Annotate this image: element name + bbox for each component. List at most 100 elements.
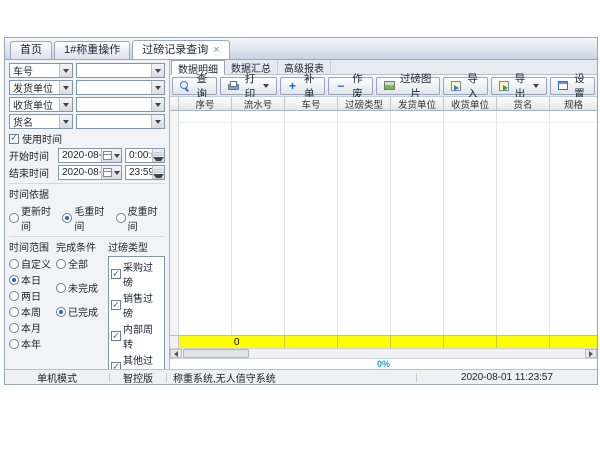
print-button[interactable]: 打印 — [220, 77, 276, 95]
scroll-right-icon[interactable] — [585, 349, 597, 358]
time-basis-option-gross[interactable]: 毛重时间 — [62, 203, 111, 233]
check-icon: ✓ — [10, 134, 18, 143]
spinner-buttons[interactable] — [152, 149, 164, 162]
filter-row-receiver: 收货单位 — [9, 97, 165, 112]
settings-button[interactable]: 设置 — [550, 77, 595, 95]
time-range-option-month[interactable]: 本月 — [9, 320, 56, 335]
import-button[interactable]: 导入 — [443, 77, 488, 95]
dropdown-arrow-icon[interactable] — [151, 98, 164, 111]
spin-down-icon[interactable] — [153, 156, 164, 162]
end-time-spinner[interactable]: 23:59:59 — [125, 165, 165, 180]
close-icon[interactable]: × — [213, 45, 219, 56]
supplement-order-button[interactable]: + 补单 — [280, 77, 325, 95]
column-header-serial[interactable]: 流水号 — [232, 97, 285, 110]
time-basis-option-update[interactable]: 更新时间 — [9, 203, 58, 233]
main-area: 车号 发货单位 — [5, 60, 597, 369]
weigh-type-sale[interactable]: ✓销售过磅 — [111, 290, 162, 320]
calendar-dropdown[interactable] — [101, 149, 121, 162]
tab-weigh-operation[interactable]: 1#称重操作 — [54, 41, 130, 59]
start-date-picker[interactable]: 2020-08-01 — [58, 148, 122, 163]
search-icon — [180, 81, 190, 91]
column-header-receiver[interactable]: 收货单位 — [444, 97, 497, 110]
time-range-option-custom[interactable]: 自定义 — [9, 256, 56, 271]
spin-up-icon[interactable] — [153, 149, 164, 156]
divider — [9, 236, 165, 237]
weigh-type-other[interactable]: ✓其他过磅 — [111, 352, 162, 369]
dropdown-arrow-icon[interactable] — [151, 64, 164, 77]
goods-value-input[interactable] — [76, 114, 165, 129]
query-button[interactable]: 查询 — [172, 77, 217, 95]
void-button[interactable]: − 作废 — [328, 77, 373, 95]
grid-header: 序号 流水号 车号 过磅类型 发货单位 收货单位 货名 规格 — [170, 97, 597, 111]
time-range-option-twodays[interactable]: 两日 — [9, 288, 56, 303]
dropdown-arrow-icon[interactable] — [59, 81, 72, 94]
column-header-sender[interactable]: 发货单位 — [391, 97, 444, 110]
summary-row: 0 — [170, 335, 597, 348]
vehicle-field-select[interactable]: 车号 — [9, 63, 73, 78]
start-time-spinner[interactable]: 0:00:00 — [125, 148, 165, 163]
checkbox-icon: ✓ — [111, 362, 121, 369]
radio-icon — [56, 307, 66, 317]
end-date-picker[interactable]: 2020-08-01 — [58, 165, 122, 180]
checkbox-icon: ✓ — [111, 269, 121, 279]
use-time-row[interactable]: ✓ 使用时间 — [9, 131, 165, 146]
completion-option-finished[interactable]: 已完成 — [56, 304, 108, 319]
time-range-option-year[interactable]: 本年 — [9, 336, 56, 351]
dropdown-arrow-icon[interactable] — [151, 115, 164, 128]
time-range-option-week[interactable]: 本周 — [9, 304, 56, 319]
column-header-seq[interactable]: 序号 — [179, 97, 232, 110]
use-time-checkbox[interactable]: ✓ — [9, 134, 19, 144]
dropdown-arrow-icon[interactable] — [59, 64, 72, 77]
dropdown-arrow-icon — [533, 84, 539, 88]
spinner-buttons[interactable] — [152, 166, 164, 179]
tab-weigh-record-query-label: 过磅记录查询 — [142, 42, 208, 59]
column-header-vehicle[interactable]: 车号 — [285, 97, 338, 110]
tab-weigh-record-query[interactable]: 过磅记录查询 × — [132, 40, 229, 59]
filter-panel: 车号 发货单位 — [5, 60, 170, 369]
goods-field-select[interactable]: 货名 — [9, 114, 73, 129]
radio-icon — [56, 259, 66, 269]
scrollbar-thumb[interactable] — [183, 349, 249, 358]
weigh-photo-button[interactable]: 过磅图片 — [376, 77, 440, 95]
time-basis-option-tare[interactable]: 皮重时间 — [116, 203, 165, 233]
receiver-value-input[interactable] — [76, 97, 165, 112]
column-header-goods[interactable]: 货名 — [497, 97, 550, 110]
time-range-option-today[interactable]: 本日 — [9, 272, 56, 287]
column-header-weigh-type[interactable]: 过磅类型 — [338, 97, 391, 110]
dropdown-arrow-icon[interactable] — [59, 115, 72, 128]
calendar-dropdown[interactable] — [101, 166, 121, 179]
receiver-field-label: 收货单位 — [13, 97, 53, 112]
end-time-row: 结束时间 2020-08-01 23:59:59 — [9, 165, 165, 180]
horizontal-scrollbar[interactable] — [170, 348, 597, 358]
minus-icon: − — [336, 80, 346, 92]
spin-up-icon[interactable] — [153, 166, 164, 173]
export-icon — [499, 81, 509, 91]
export-button[interactable]: 导出 — [491, 77, 546, 95]
sender-field-select[interactable]: 发货单位 — [9, 80, 73, 95]
row-indicator-column — [170, 111, 179, 335]
radio-icon — [9, 323, 19, 333]
weigh-type-internal[interactable]: ✓内部周转 — [111, 321, 162, 351]
weigh-type-purchase[interactable]: ✓采购过磅 — [111, 259, 162, 289]
import-icon — [451, 81, 461, 91]
completion-option-unfinished[interactable]: 未完成 — [56, 280, 108, 295]
receiver-field-select[interactable]: 收货单位 — [9, 97, 73, 112]
spin-down-icon[interactable] — [153, 173, 164, 179]
completion-option-all[interactable]: 全部 — [56, 256, 108, 271]
data-panel: 数据明细 数据汇总 高级报表 查询 打印 + — [170, 60, 597, 369]
vehicle-value-input[interactable] — [76, 63, 165, 78]
tab-home[interactable]: 首页 — [10, 41, 52, 59]
scroll-left-icon[interactable] — [170, 349, 182, 358]
radio-icon — [9, 213, 19, 223]
sender-value-input[interactable] — [76, 80, 165, 95]
empty-row-line — [179, 122, 597, 123]
data-grid: 序号 流水号 车号 过磅类型 发货单位 收货单位 货名 规格 — [170, 97, 597, 369]
dropdown-arrow-icon[interactable] — [151, 81, 164, 94]
progress-bar: 0% — [170, 358, 597, 369]
dropdown-arrow-icon[interactable] — [59, 98, 72, 111]
grid-body[interactable] — [170, 111, 597, 335]
radio-icon — [62, 213, 72, 223]
column-header-spec[interactable]: 规格 — [550, 97, 597, 110]
row-indicator-header — [170, 97, 179, 110]
toolbar: 查询 打印 + 补单 − 作废 — [170, 75, 597, 97]
